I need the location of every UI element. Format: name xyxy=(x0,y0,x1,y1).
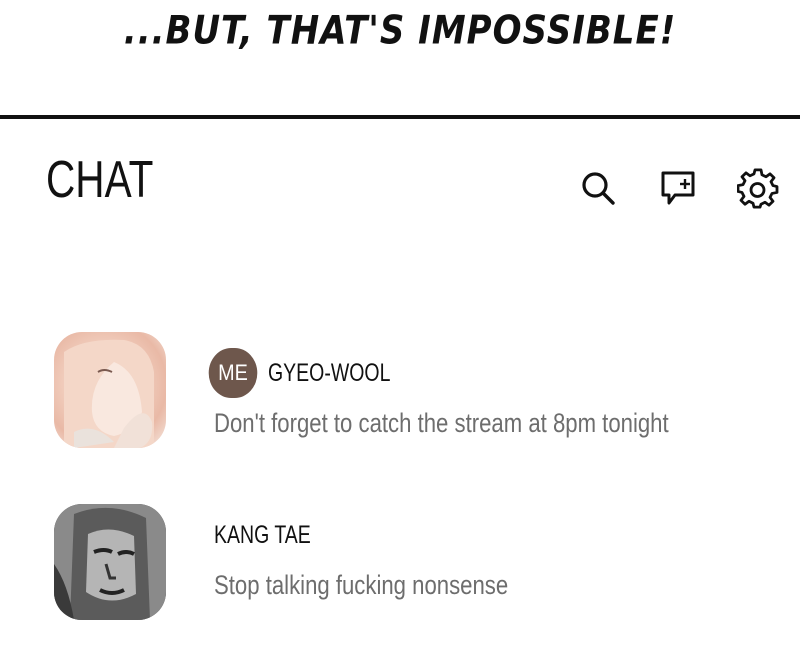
settings-icon xyxy=(737,168,779,209)
comic-caption: ...BUT, THAT'S IMPOSSIBLE! xyxy=(123,8,677,55)
message-preview: Stop talking fucking nonsense xyxy=(214,570,509,600)
search-button[interactable] xyxy=(576,166,620,210)
chat-list-item[interactable]: ME GYEO-WOOL Don't forget to catch the s… xyxy=(0,320,800,492)
avatar-illustration xyxy=(64,339,154,448)
me-badge: ME xyxy=(208,348,258,398)
name-row: ME GYEO-WOOL xyxy=(206,348,768,398)
panel-divider xyxy=(0,115,800,119)
name-row: KANG TAE xyxy=(214,510,573,560)
header-toolbar xyxy=(576,166,780,210)
settings-button[interactable] xyxy=(736,166,780,210)
new-chat-button[interactable] xyxy=(656,166,700,210)
avatar[interactable] xyxy=(54,504,166,620)
message-preview: Don't forget to catch the stream at 8pm … xyxy=(214,408,669,438)
page-title: CHAT xyxy=(46,151,154,209)
chat-meta: KANG TAE Stop talking fucking nonsense xyxy=(214,510,573,601)
contact-name: GYEO-WOOL xyxy=(268,358,391,387)
contact-name: KANG TAE xyxy=(214,520,311,549)
search-icon xyxy=(582,172,615,205)
chat-meta: ME GYEO-WOOL Don't forget to catch the s… xyxy=(206,348,768,439)
chat-list-item[interactable]: KANG TAE Stop talking fucking nonsense xyxy=(0,492,800,664)
new-chat-icon xyxy=(661,171,695,205)
avatar[interactable] xyxy=(54,332,166,448)
chat-list: ME GYEO-WOOL Don't forget to catch the s… xyxy=(0,320,800,664)
avatar-illustration xyxy=(54,504,166,620)
